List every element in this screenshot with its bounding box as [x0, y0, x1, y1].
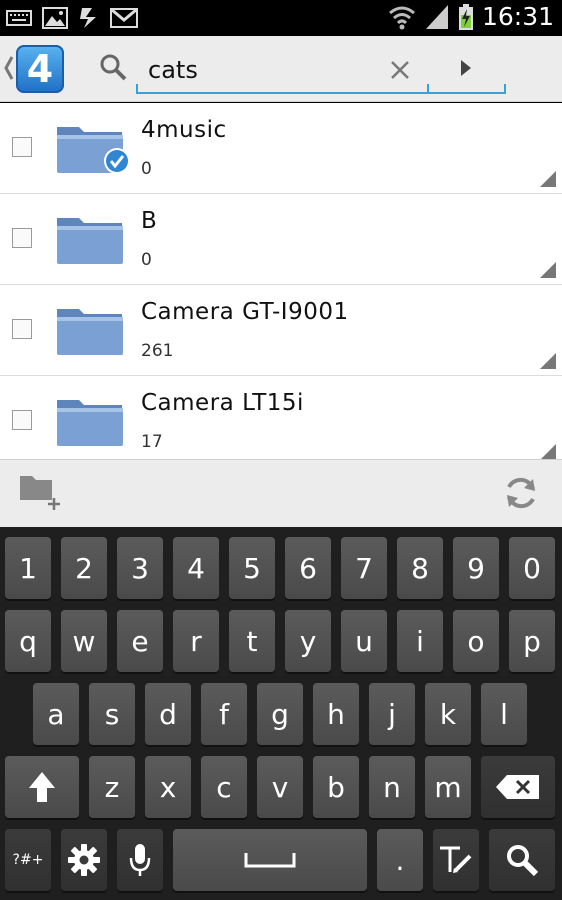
symbols-key[interactable]: ?#+: [5, 829, 51, 891]
corner-triangle-icon[interactable]: [540, 262, 556, 278]
key[interactable]: e: [117, 610, 163, 672]
gear-icon: [68, 844, 100, 876]
key[interactable]: b: [313, 756, 359, 818]
item-count: 17: [141, 432, 163, 452]
space-bar-icon: [244, 853, 296, 868]
key[interactable]: 4: [173, 537, 219, 599]
item-checkbox[interactable]: [12, 319, 32, 339]
gmail-icon: [110, 8, 138, 28]
key[interactable]: q: [5, 610, 51, 672]
search-key[interactable]: [489, 829, 555, 891]
key[interactable]: 2: [61, 537, 107, 599]
voice-input-key[interactable]: [117, 829, 163, 891]
chevron-left-icon[interactable]: [4, 54, 14, 82]
signal-icon: [425, 4, 448, 29]
folder-icon: [57, 400, 123, 446]
key[interactable]: h: [313, 683, 359, 745]
backspace-icon: [496, 775, 539, 799]
play-arrow-icon[interactable]: [458, 58, 474, 78]
bottom-toolbar: [0, 459, 562, 527]
usb-icon: [80, 8, 96, 28]
key[interactable]: d: [145, 683, 191, 745]
key[interactable]: c: [201, 756, 247, 818]
microphone-icon: [129, 844, 151, 876]
key[interactable]: y: [285, 610, 331, 672]
list-item[interactable]: Camera LT15i 17: [0, 376, 562, 459]
keyboard-icon: [6, 10, 32, 26]
battery-charging-icon: [458, 3, 473, 30]
key[interactable]: j: [369, 683, 415, 745]
item-name: Camera LT15i: [141, 390, 304, 416]
list-item[interactable]: 4music 0: [0, 103, 562, 194]
text-style-key[interactable]: [433, 829, 479, 891]
item-count: 0: [141, 159, 152, 179]
item-name: Camera GT-I9001: [141, 299, 349, 325]
wifi-icon: [388, 6, 415, 29]
corner-triangle-icon[interactable]: [540, 171, 556, 187]
key[interactable]: 3: [117, 537, 163, 599]
status-time: 16:31: [481, 2, 554, 31]
item-checkbox[interactable]: [12, 137, 32, 157]
key[interactable]: l: [481, 683, 527, 745]
soft-keyboard: 1 2 3 4 5 6 7 8 9 0 q w e r t y u i o p …: [0, 527, 562, 900]
text-edit-icon: [440, 846, 472, 873]
key[interactable]: p: [509, 610, 555, 672]
key[interactable]: f: [201, 683, 247, 745]
checkmark-badge-icon: [104, 148, 130, 174]
key[interactable]: r: [173, 610, 219, 672]
search-icon: [507, 845, 539, 877]
key[interactable]: 1: [5, 537, 51, 599]
key[interactable]: v: [257, 756, 303, 818]
corner-triangle-icon[interactable]: [540, 353, 556, 369]
corner-triangle-icon[interactable]: [540, 444, 556, 459]
list-item[interactable]: Camera GT-I9001 261: [0, 285, 562, 376]
key[interactable]: w: [61, 610, 107, 672]
key[interactable]: k: [425, 683, 471, 745]
item-count: 261: [141, 341, 174, 361]
app-logo[interactable]: 4: [16, 45, 64, 93]
search-underline: [136, 92, 506, 94]
key[interactable]: g: [257, 683, 303, 745]
key[interactable]: 9: [453, 537, 499, 599]
key[interactable]: m: [425, 756, 471, 818]
close-icon[interactable]: [388, 58, 412, 82]
item-name: 4music: [141, 117, 227, 143]
key[interactable]: s: [89, 683, 135, 745]
key[interactable]: z: [89, 756, 135, 818]
key[interactable]: a: [33, 683, 79, 745]
new-folder-icon[interactable]: [18, 472, 64, 512]
space-key[interactable]: [173, 829, 367, 891]
item-checkbox[interactable]: [12, 228, 32, 248]
list-item[interactable]: B 0: [0, 194, 562, 285]
shift-arrow-icon: [29, 772, 55, 802]
key[interactable]: o: [453, 610, 499, 672]
key[interactable]: 0: [509, 537, 555, 599]
search-icon: [100, 54, 127, 81]
key[interactable]: x: [145, 756, 191, 818]
settings-key[interactable]: [61, 829, 107, 891]
item-checkbox[interactable]: [12, 410, 32, 430]
shift-key[interactable]: [5, 756, 79, 818]
period-key[interactable]: .: [377, 829, 423, 891]
search-input[interactable]: [136, 48, 428, 92]
key[interactable]: 7: [341, 537, 387, 599]
key[interactable]: n: [369, 756, 415, 818]
status-bar: 16:31: [0, 0, 562, 36]
key[interactable]: 5: [229, 537, 275, 599]
key[interactable]: t: [229, 610, 275, 672]
folder-icon: [57, 309, 123, 355]
key[interactable]: 6: [285, 537, 331, 599]
key[interactable]: i: [397, 610, 443, 672]
backspace-key[interactable]: [481, 756, 555, 818]
image-icon: [42, 7, 68, 29]
refresh-icon[interactable]: [502, 474, 540, 512]
action-bar: 4: [0, 36, 562, 102]
item-name: B: [141, 208, 158, 234]
item-count: 0: [141, 250, 152, 270]
key[interactable]: 8: [397, 537, 443, 599]
folder-icon: [57, 218, 123, 264]
folder-list: 4music 0 B 0 Camera GT-I9001 261 Camera …: [0, 103, 562, 459]
app-logo-text: 4: [26, 47, 54, 91]
key[interactable]: u: [341, 610, 387, 672]
